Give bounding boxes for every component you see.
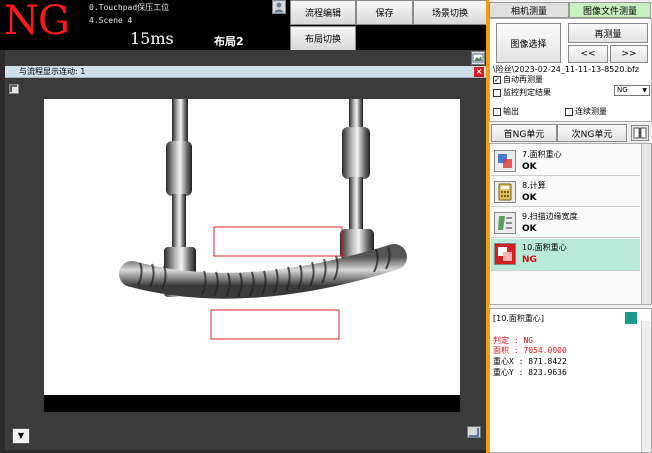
checkbox-checked-icon: ✓ [493, 75, 501, 84]
calculator-icon [494, 181, 516, 203]
unit-name: 8.计算 [522, 181, 546, 190]
scene-switch-button[interactable]: 场景切换 [413, 0, 487, 25]
image-window-titlebar: 与流程显示连动: 1 × [5, 66, 486, 78]
image-bottom-border [44, 395, 460, 412]
unit-name: 10.面积重心 [522, 243, 567, 252]
auto-remeasure-checkbox[interactable]: ✓ 自动再测量 [493, 74, 543, 85]
image-file-controls: 图像选择 再测量 << >> \险丝\2023-02-24_11-11-13-8… [489, 18, 652, 122]
image-window-title: 与流程显示连动: 1 [19, 67, 86, 76]
image-window: 与流程显示连动: 1 × ▼ [5, 50, 486, 450]
unit-result: NG [522, 255, 537, 265]
measurement-panel: 相机测量 图像文件测量 图像选择 再测量 << >> \险丝\2023-02-2… [489, 0, 652, 453]
window-settings-icon[interactable] [471, 51, 485, 65]
continuous-measure-checkbox[interactable]: 连续测量 [565, 106, 607, 117]
camera-image[interactable] [44, 99, 460, 412]
unit-result: OK [522, 224, 537, 234]
processing-time: 15ms [130, 29, 174, 48]
scroll-down-button[interactable]: ▼ [12, 428, 30, 444]
previous-image-button[interactable]: << [568, 45, 608, 63]
judge-filter-value: NG [617, 86, 628, 94]
list-item[interactable]: 8.计算 OK [491, 177, 640, 207]
auto-remeasure-label: 自动再测量 [503, 75, 543, 84]
corner-icon[interactable] [9, 84, 19, 94]
scene-group-label: 0.Touchpad保压工位 [89, 3, 170, 12]
processing-unit-list: 7.面积重心 OK 8.计算 OK 9.扫描边缘宽度 OK 10.面积重心 NG [489, 143, 652, 305]
unit-result: OK [522, 193, 537, 203]
unit-name: 9.扫描边缘宽度 [522, 212, 578, 221]
list-item-selected[interactable]: 10.面积重心 NG [491, 239, 640, 271]
detail-scrollbar[interactable] [641, 321, 651, 452]
resize-corner-icon[interactable] [467, 426, 481, 438]
image-select-button[interactable]: 图像选择 [496, 23, 561, 63]
layout-switch-button[interactable]: 布局切换 [290, 26, 356, 51]
close-icon[interactable]: × [474, 67, 484, 77]
detail-centroid-y: 重心Y : 823.9636 [493, 368, 567, 377]
checkbox-icon [565, 107, 573, 116]
next-ng-unit-button[interactable]: 次NG单元 [557, 124, 627, 142]
list-item[interactable]: 7.面积重心 OK [491, 146, 640, 176]
chevron-down-icon: ▼ [642, 87, 647, 94]
checkbox-icon [493, 107, 501, 116]
first-ng-unit-button[interactable]: 首NG单元 [491, 124, 557, 142]
detail-color-marker [625, 312, 637, 324]
overall-result: NG [4, 0, 70, 44]
tab-image-file-measure[interactable]: 图像文件测量 [569, 2, 651, 18]
book-icon[interactable] [631, 125, 649, 141]
edge-width-icon [494, 212, 516, 234]
monitor-result-label: 监控判定结果 [503, 88, 551, 97]
flow-edit-button[interactable]: 流程编辑 [290, 0, 356, 25]
output-label: 输出 [503, 107, 519, 116]
checkbox-icon [493, 88, 501, 97]
monitor-result-checkbox[interactable]: 监控判定结果 [493, 87, 551, 98]
remeasure-button[interactable]: 再测量 [568, 23, 648, 43]
next-image-button[interactable]: >> [610, 45, 648, 63]
unit-name: 7.面积重心 [522, 150, 562, 159]
detail-header: [10.面积重心] [493, 314, 544, 323]
user-icon[interactable] [272, 0, 286, 14]
list-item[interactable]: 9.扫描边缘宽度 OK [491, 208, 640, 238]
area-centroid-icon [494, 243, 516, 265]
save-button[interactable]: 保存 [356, 0, 413, 25]
detail-centroid-x: 重心X : 871.8422 [493, 357, 567, 366]
layout-label: 布局2 [214, 35, 244, 48]
judge-filter-select[interactable]: NG ▼ [614, 85, 650, 96]
unit-result: OK [522, 162, 537, 172]
continuous-measure-label: 连续测量 [575, 107, 607, 116]
detail-area: 面积 : 7054.0000 [493, 346, 567, 355]
image-window-topbar [5, 50, 486, 66]
area-centroid-icon [494, 150, 516, 172]
unit-detail-panel: [10.面积重心] 判定 : NG 面积 : 7054.0000 重心X : 8… [489, 308, 652, 453]
unit-list-scrollbar[interactable] [641, 144, 651, 304]
tab-camera-measure[interactable]: 相机测量 [489, 2, 569, 18]
output-checkbox[interactable]: 输出 [493, 106, 519, 117]
scene-label: 4.Scene 4 [89, 16, 133, 25]
